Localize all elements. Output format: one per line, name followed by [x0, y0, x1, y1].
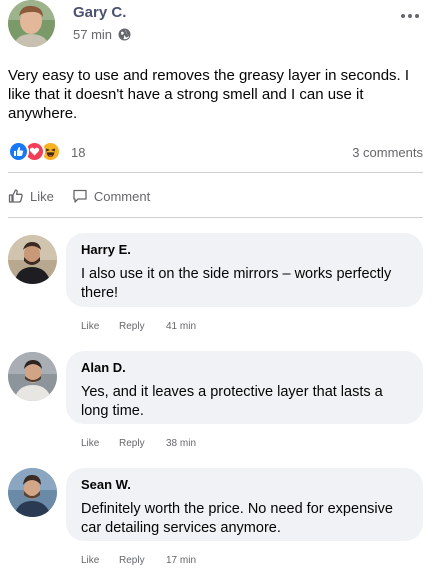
more-options-icon[interactable] — [401, 14, 423, 22]
avatar[interactable] — [8, 235, 57, 284]
comment-actions: Like Reply 38 min — [81, 438, 196, 449]
comment-bubble: Sean W. Definitely worth the price. No n… — [66, 468, 423, 541]
comment-bubble: Harry E. I also use it on the side mirro… — [66, 233, 423, 307]
like-button[interactable]: Like — [8, 188, 54, 204]
commenter-name[interactable]: Alan D. — [81, 360, 407, 376]
commenter-name[interactable]: Sean W. — [81, 477, 407, 493]
like-icon — [8, 189, 23, 203]
comment-text: I also use it on the side mirrors – work… — [81, 266, 392, 301]
comment-reply-link[interactable]: Reply — [119, 321, 166, 332]
comment-text: Yes, and it leaves a protective layer th… — [81, 384, 383, 419]
reactions-bar: 18 3 comments — [8, 141, 423, 163]
post-text: Very easy to use and removes the greasy … — [8, 67, 410, 122]
comment-like-link[interactable]: Like — [81, 321, 119, 332]
comment-reply-link[interactable]: Reply — [119, 555, 166, 566]
reaction-count[interactable]: 18 — [71, 145, 85, 160]
commenter-name[interactable]: Harry E. — [81, 242, 407, 258]
comment-button[interactable]: Comment — [72, 188, 150, 204]
comment-button-label: Comment — [93, 188, 151, 204]
like-button-label: Like — [30, 188, 54, 204]
comment-time[interactable]: 41 min — [166, 321, 196, 332]
poster-name[interactable]: Gary C. — [73, 4, 126, 21]
post-header: Gary C. 57 min — [8, 0, 423, 50]
comment-like-link[interactable]: Like — [81, 438, 119, 449]
comment-reply-link[interactable]: Reply — [119, 438, 166, 449]
comment-actions: Like Reply 17 min — [81, 555, 196, 566]
divider — [8, 172, 423, 173]
comment-actions: Like Reply 41 min — [81, 321, 196, 332]
like-reaction-icon — [8, 141, 29, 162]
avatar[interactable] — [8, 468, 57, 517]
divider — [8, 217, 423, 218]
globe-icon — [118, 28, 131, 41]
comment-time[interactable]: 38 min — [166, 438, 196, 449]
reaction-icons[interactable] — [8, 141, 61, 162]
post-actions: Like Comment — [8, 184, 423, 208]
comment-time[interactable]: 17 min — [166, 555, 196, 566]
comment-text: Definitely worth the price. No need for … — [81, 501, 393, 536]
comment-bubble: Alan D. Yes, and it leaves a protective … — [66, 351, 423, 424]
post-meta: 57 min — [73, 27, 131, 42]
post-time[interactable]: 57 min — [73, 27, 112, 42]
comments-count[interactable]: 3 comments — [352, 145, 423, 160]
avatar[interactable] — [8, 352, 57, 401]
avatar[interactable] — [8, 0, 55, 47]
comment-icon — [73, 189, 87, 203]
comment-like-link[interactable]: Like — [81, 555, 119, 566]
